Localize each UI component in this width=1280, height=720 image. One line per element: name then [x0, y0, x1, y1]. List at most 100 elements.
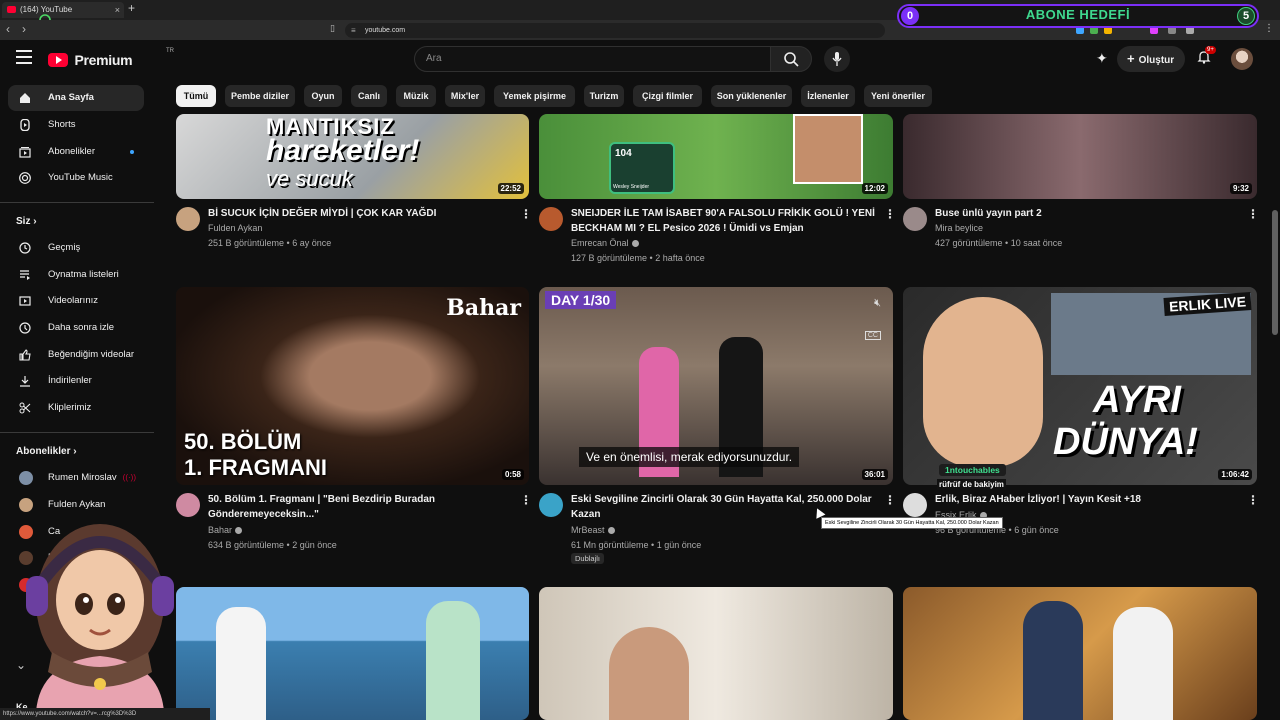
goal-target: 5 — [1237, 7, 1255, 25]
video-stats: 61 Mn görüntüleme • 1 gün önce — [571, 540, 702, 550]
address-bar[interactable]: ≡ youtube.com — [345, 23, 885, 38]
thumbnail-text: AYRI — [1093, 379, 1181, 421]
chip[interactable]: Turizm — [584, 85, 624, 107]
search-input[interactable]: Ara — [414, 46, 772, 72]
video-thumbnail[interactable] — [903, 587, 1257, 720]
video-title[interactable]: Bİ SUCUK İÇİN DEĞER MİYDİ | ÇOK KAR YAĞD… — [208, 207, 508, 221]
url-text: youtube.com — [365, 27, 406, 34]
create-button[interactable]: + Oluştur — [1117, 46, 1185, 72]
chip[interactable]: Mix'ler — [445, 85, 485, 107]
video-thumbnail[interactable]: 9:32 — [903, 114, 1257, 199]
you-section-heading[interactable]: Siz › — [16, 216, 37, 227]
mute-icon[interactable]: 🔇︎ — [874, 297, 881, 310]
sidebar-item-home[interactable]: Ana Sayfa — [8, 85, 144, 111]
bookmark-icon[interactable]: ▯ — [330, 23, 335, 34]
channel-avatar[interactable] — [539, 207, 563, 231]
account-avatar[interactable] — [1231, 48, 1253, 70]
shorts-icon — [20, 119, 30, 131]
sidebar-item-liked-videos[interactable]: Beğendiğim videolar — [8, 342, 144, 368]
channel-avatar[interactable] — [176, 493, 200, 517]
channel-name[interactable]: Bahar — [208, 523, 243, 538]
sidebar-item-label: Kliplerimiz — [48, 402, 92, 413]
divider — [0, 432, 154, 433]
forward-icon[interactable]: › — [22, 22, 26, 36]
browser-menu-icon[interactable]: ⋮ — [1264, 23, 1274, 34]
sidebar-item-youtube-music[interactable]: YouTube Music — [8, 165, 144, 191]
more-options-icon[interactable]: ⋮ — [520, 207, 532, 221]
channel-avatar[interactable] — [903, 207, 927, 231]
channel-label: MrBeast — [571, 525, 605, 535]
video-thumbnail[interactable]: ERLIK LIVE AYRI DÜNYA! 1:06:42 — [903, 287, 1257, 485]
video-thumbnail[interactable] — [539, 587, 893, 720]
channel-avatar[interactable] — [176, 207, 200, 231]
channel-name[interactable]: MrBeast — [571, 523, 615, 538]
history-icon — [19, 242, 31, 254]
page-scrollbar[interactable] — [1272, 210, 1278, 335]
person-figure — [216, 607, 266, 720]
sidebar-item-subscriptions[interactable]: Abonelikler — [8, 139, 144, 165]
video-thumbnail[interactable]: Bahar 50. BÖLÜM 1. FRAGMANI 0:58 — [176, 287, 529, 485]
video-title-line-2[interactable]: Gönderemeyeceksin..." — [208, 508, 508, 522]
chip[interactable]: Son yüklenenler — [711, 85, 792, 107]
video-title[interactable]: SNEIJDER İLE TAM İSABET 90'A FALSOLU FRİ… — [571, 207, 876, 221]
browser-tab[interactable]: (164) YouTube × — [2, 2, 124, 18]
close-tab-icon[interactable]: × — [115, 2, 120, 18]
menu-icon[interactable] — [16, 50, 32, 64]
sidebar-item-downloads[interactable]: İndirilenler — [8, 368, 144, 394]
captions-icon[interactable]: CC — [864, 331, 881, 340]
chip[interactable]: Pembe diziler — [225, 85, 295, 107]
sidebar-item-shorts[interactable]: Shorts — [8, 112, 144, 138]
thumbnail-text: ve sucuk — [266, 166, 353, 191]
more-options-icon[interactable]: ⋮ — [1247, 493, 1259, 507]
channel-avatar[interactable] — [903, 493, 927, 517]
new-tab-button[interactable]: + — [128, 1, 135, 15]
dubbed-badge: Dublajlı — [571, 553, 605, 564]
channel-name[interactable]: Fulden Aykan — [208, 221, 262, 236]
sidebar-item-label: Fulden Aykan — [48, 499, 106, 510]
chip[interactable]: İzlenenler — [801, 85, 855, 107]
video-title[interactable]: Eski Sevgiline Zincirli Olarak 30 Gün Ha… — [571, 493, 881, 507]
more-options-icon[interactable]: ⋮ — [884, 493, 896, 507]
card-name: Wesley Sneijder — [613, 184, 650, 190]
video-thumbnail[interactable]: 104 Wesley Sneijder 12:02 — [539, 114, 893, 199]
voice-search-button[interactable] — [824, 46, 850, 72]
video-title-line-2[interactable]: BECKHAM MI ? EL Pesico 2026 ! Ümidi vs E… — [571, 222, 876, 236]
youtube-logo[interactable]: Premium TR — [48, 48, 174, 69]
chip[interactable]: Canlı — [351, 85, 387, 107]
video-title[interactable]: Buse ünlü yayın part 2 — [935, 207, 1235, 221]
subscriptions-section-heading[interactable]: Abonelikler › — [16, 446, 77, 457]
more-options-icon[interactable]: ⋮ — [884, 207, 896, 221]
sidebar-subscription[interactable]: Rumen Miroslav ((·)) — [8, 465, 144, 491]
chip[interactable]: Oyun — [304, 85, 342, 107]
thumbnail-text: 50. BÖLÜM — [184, 429, 302, 454]
chip[interactable]: Müzik — [396, 85, 436, 107]
chip-all[interactable]: Tümü — [176, 85, 216, 107]
video-thumbnail[interactable] — [176, 587, 529, 720]
video-thumbnail[interactable]: MANTIKSIZ hareketler! ve sucuk 22:52 — [176, 114, 529, 199]
search-button[interactable] — [770, 46, 812, 72]
more-options-icon[interactable]: ⋮ — [520, 493, 532, 507]
title-tooltip: Eski Sevgiline Zincirli Olarak 30 Gün Ha… — [821, 517, 1003, 529]
video-player-preview[interactable]: DAY 1/30 🔇︎ CC Ve en önemlisi, merak edi… — [539, 287, 893, 485]
cast-sparkle-icon[interactable]: ✦ — [1096, 50, 1108, 67]
channel-avatar[interactable] — [539, 493, 563, 517]
sidebar-item-watch-later[interactable]: Daha sonra izle — [8, 315, 144, 341]
back-icon[interactable]: ‹ — [6, 22, 10, 36]
sidebar-item-playlists[interactable]: Oynatma listeleri — [8, 262, 144, 288]
sidebar-item-clips[interactable]: Kliplerimiz — [8, 395, 144, 421]
video-title[interactable]: Erlik, Biraz AHaber İzliyor! | Yayın Kes… — [935, 493, 1235, 507]
chip[interactable]: Yemek pişirme — [494, 85, 575, 107]
sidebar-item-history[interactable]: Geçmiş — [8, 235, 144, 261]
channel-label: Emrecan Önal — [571, 238, 629, 248]
site-info-icon[interactable]: ≡ — [351, 23, 356, 38]
channel-name[interactable]: Emrecan Önal — [571, 236, 639, 251]
chip[interactable]: Çizgi filmler — [633, 85, 702, 107]
section-title: Siz — [16, 216, 31, 227]
video-title[interactable]: 50. Bölüm 1. Fragmanı | "Beni Bezdirip B… — [208, 493, 508, 507]
chip[interactable]: Yeni öneriler — [864, 85, 932, 107]
channel-name[interactable]: Mira beylice — [935, 221, 983, 236]
more-options-icon[interactable]: ⋮ — [1247, 207, 1259, 221]
video-stats: 251 B görüntüleme • 6 ay önce — [208, 238, 332, 248]
sidebar-item-your-videos[interactable]: Videolarınız — [8, 288, 144, 314]
video-duration: 9:32 — [1229, 183, 1252, 194]
